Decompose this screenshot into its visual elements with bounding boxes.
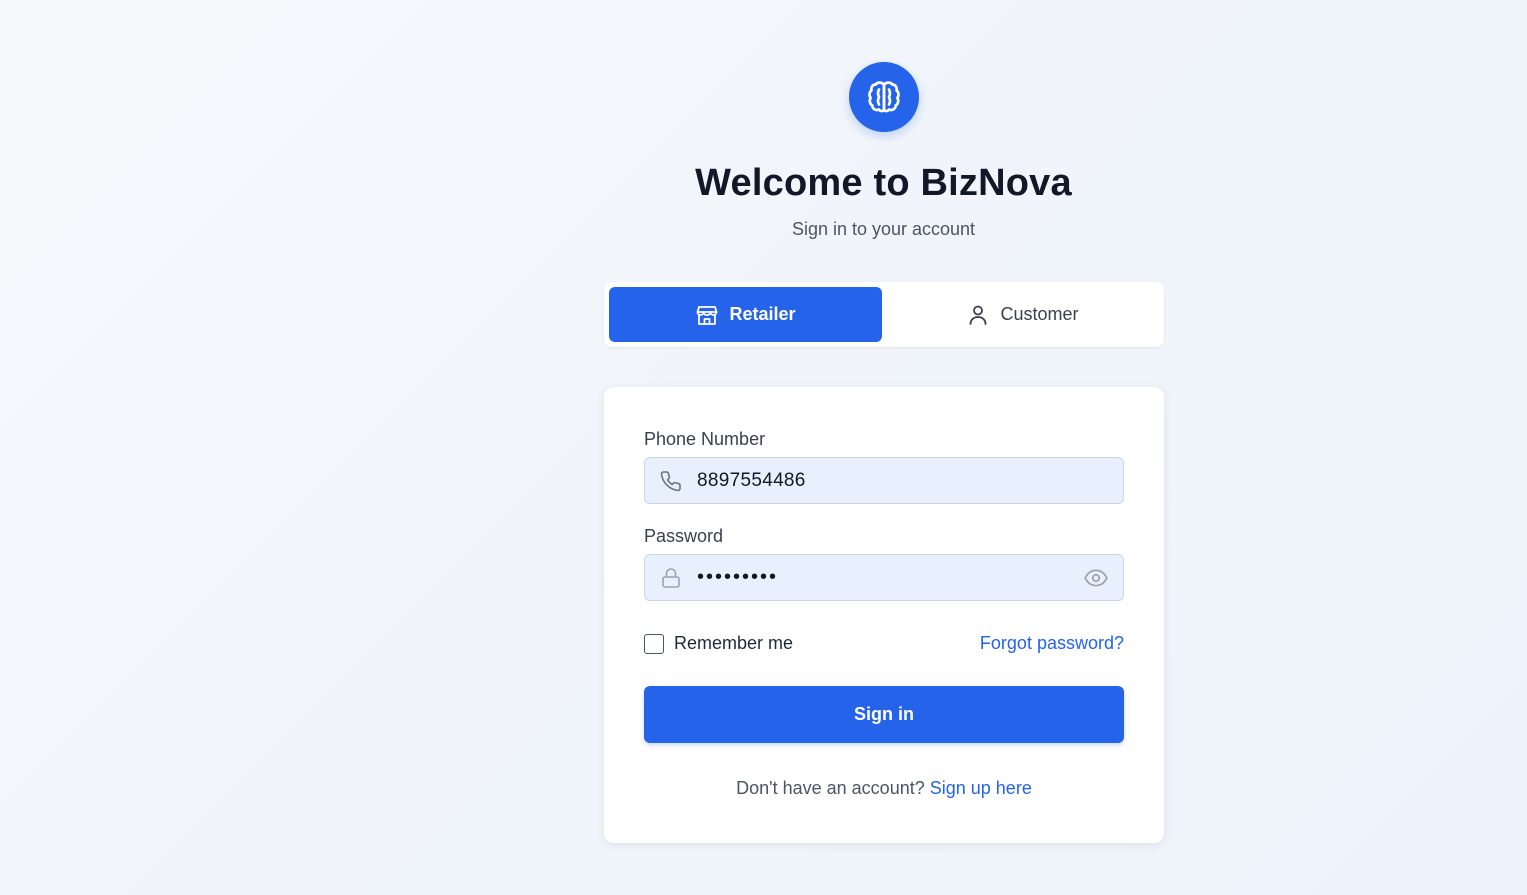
page-title: Welcome to BizNova: [695, 162, 1072, 204]
brain-icon: [849, 62, 919, 132]
role-toggle: Retailer Customer: [604, 282, 1164, 347]
customer-tab-label: Customer: [1000, 304, 1079, 324]
sign-up-link[interactable]: Sign up here: [930, 778, 1032, 798]
lock-icon: [645, 566, 697, 590]
phone-label: Phone Number: [644, 429, 766, 449]
retailer-tab-label: Retailer: [729, 304, 796, 324]
signup-prompt: Don't have an account? Sign up here: [604, 778, 1164, 799]
login-card: Phone Number 8897554486 Password •••••••…: [604, 387, 1164, 843]
phone-input[interactable]: 8897554486: [644, 457, 1124, 504]
retailer-tab[interactable]: Retailer: [609, 287, 882, 342]
password-value: •••••••••: [697, 566, 779, 588]
eye-icon[interactable]: [1083, 555, 1109, 600]
sign-in-button[interactable]: Sign in: [644, 686, 1124, 743]
remember-label: Remember me: [674, 633, 794, 653]
customer-tab[interactable]: Customer: [886, 287, 1159, 342]
phone-icon: [645, 469, 697, 493]
page-subtitle: Sign in to your account: [791, 219, 976, 239]
password-input[interactable]: •••••••••: [644, 554, 1124, 601]
signup-prompt-text: Don't have an account?: [736, 778, 925, 798]
phone-value: 8897554486: [697, 469, 806, 491]
forgot-password-link[interactable]: Forgot password?: [980, 633, 1124, 654]
login-page: Welcome to BizNova Sign in to your accou…: [0, 0, 1527, 895]
remember-me[interactable]: Remember me: [644, 633, 793, 654]
store-icon: [695, 303, 719, 327]
user-icon: [966, 303, 990, 327]
remember-checkbox[interactable]: [644, 633, 664, 654]
password-label: Password: [644, 526, 724, 546]
